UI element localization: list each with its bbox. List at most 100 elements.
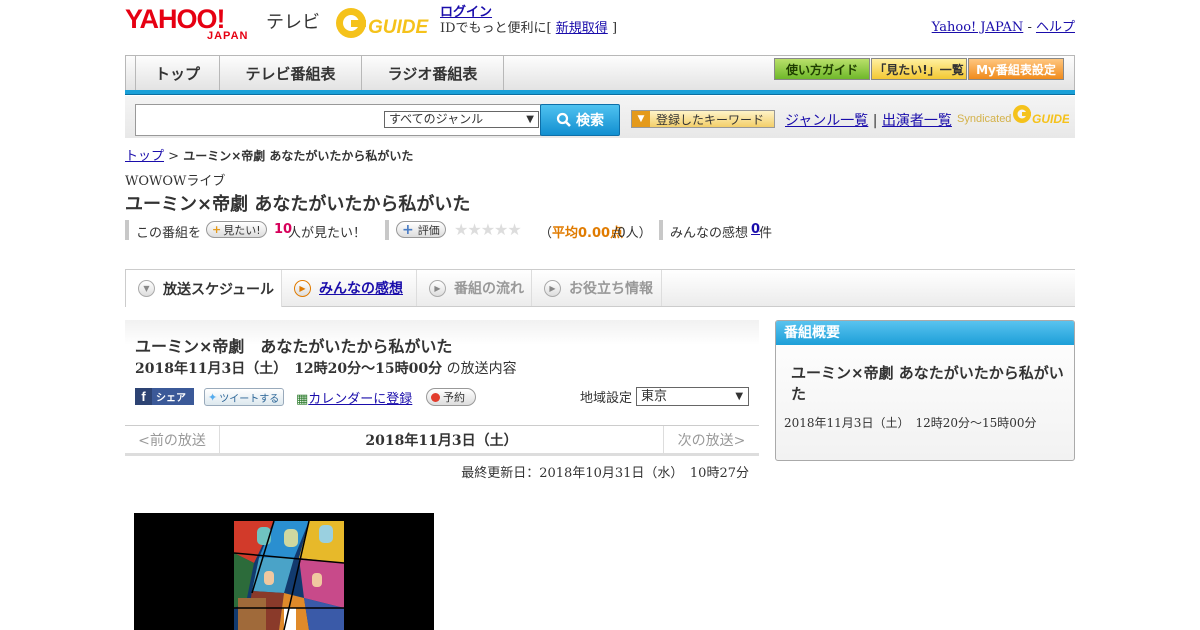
breadcrumb-top-link[interactable]: トップ — [125, 149, 164, 164]
tab-useful-info: ▶ お役立ち情報 — [532, 270, 662, 306]
program-tabs: ▼ 放送スケジュール ▶ みんなの感想 ▶ 番組の流れ ▶ お役立ち情報 — [125, 269, 1075, 307]
rating-stars: ★★★★★ — [454, 220, 522, 239]
section-bar — [659, 220, 663, 240]
program-thumbnail — [134, 513, 434, 630]
program-overview-box: 番組概要 ユーミン×帝劇 あなたがいたから私がいた 2018年11月3日（土） … — [775, 320, 1075, 461]
channel-name: WOWOWライブ — [125, 174, 226, 189]
want-button[interactable]: + 見たい! — [206, 221, 267, 238]
login-area: ログイン IDでもっと便利に[ 新規取得 ] — [440, 5, 617, 37]
region-selected: 東京 — [641, 389, 668, 404]
region-setting: 地域設定 東京 ▼ — [580, 387, 750, 406]
schedule-title: ユーミン×帝劇 あなたがいたから私がいた — [135, 337, 453, 356]
section-bar — [385, 220, 389, 240]
region-select[interactable]: 東京 ▼ — [636, 387, 750, 406]
play-icon: ▶ — [294, 279, 311, 297]
page-title: ユーミン×帝劇 あなたがいたから私がいた — [125, 194, 471, 215]
syndicated-gguide-logo: Syndicated GUIDE — [957, 103, 1071, 129]
program-actions: この番組を + 見たい! 10 人が見たい！ + 評価 ★★★★★ （ 平均0.… — [125, 220, 825, 241]
schedule-datetime: 2018年11月3日（土） 12時20分～15時00分 の放送内容 — [135, 358, 517, 378]
genre-list-link[interactable]: ジャンル一覧 — [785, 113, 868, 129]
twitter-bird-icon: ✦ — [208, 390, 218, 404]
nav-tab-tv-listings[interactable]: テレビ番組表 — [220, 56, 362, 90]
tab-impressions[interactable]: ▶ みんなの感想 — [282, 270, 417, 306]
breadcrumb-separator: > — [168, 149, 180, 164]
guide-button[interactable]: 使い方ガイド — [774, 58, 870, 80]
top-links: Yahoo! JAPAN - ヘルプ — [932, 16, 1075, 35]
search-button-label: 検索 — [576, 113, 604, 129]
breadcrumb-current: ユーミン×帝劇 あなたがいたから私がいた — [183, 149, 414, 163]
help-link[interactable]: ヘルプ — [1036, 20, 1075, 35]
yahoo-japan-logo[interactable]: YAHOO! JAPAN — [125, 4, 261, 43]
rating-people: /0人） — [613, 226, 652, 241]
performer-list-link[interactable]: 出演者一覧 — [882, 113, 952, 129]
prev-broadcast-button[interactable]: <前の放送 — [125, 426, 220, 454]
want-prefix: この番組を — [136, 226, 202, 241]
facebook-icon: f — [135, 388, 152, 405]
impressions-unit: 件 — [759, 226, 773, 241]
nav-left-cap — [126, 56, 136, 90]
schedule-datetime-value: 2018年11月3日（土） 12時20分～15時00分 — [135, 361, 443, 377]
my-listings-button[interactable]: My番組表設定 — [968, 58, 1064, 80]
search-button[interactable]: 検索 — [540, 104, 620, 136]
section-bar — [125, 220, 129, 240]
last-updated: 最終更新日：2018年10月31日（水） 10時27分 — [461, 466, 749, 481]
rating-open: （ — [539, 226, 553, 241]
calendar-link[interactable]: カレンダーに登録 — [308, 392, 412, 407]
reserve-button[interactable]: 予約 — [426, 388, 476, 406]
plus-icon: + — [212, 223, 222, 236]
global-nav: トップ テレビ番組表 ラジオ番組表 使い方ガイド 「見たい!」一覧 My番組表設… — [125, 55, 1075, 90]
tab-impressions-label: みんなの感想 — [319, 281, 403, 297]
chevron-down-icon: ▼ — [526, 114, 534, 125]
svg-text:GUIDE: GUIDE — [1032, 112, 1069, 126]
syndicated-label: Syndicated — [957, 113, 1011, 125]
signup-link[interactable]: 新規取得 — [556, 21, 608, 36]
want-button-label: 見たい! — [223, 223, 261, 237]
overview-datetime: 2018年11月3日（土） 12時20分～15時00分 — [784, 416, 1037, 430]
genre-select[interactable]: すべてのジャンル ▼ — [384, 111, 539, 128]
reserve-button-label: 予約 — [443, 391, 465, 404]
region-label: 地域設定 — [580, 391, 633, 406]
overview-heading: 番組概要 — [776, 321, 1074, 345]
play-icon: ▶ — [429, 279, 446, 297]
chevron-down-icon: ▼ — [735, 391, 744, 402]
yahoo-japan-link[interactable]: Yahoo! JAPAN — [932, 20, 1024, 35]
want-list-button[interactable]: 「見たい!」一覧 — [871, 58, 967, 80]
logo-sub: JAPAN — [207, 30, 249, 42]
nav-tab-radio-listings[interactable]: ラジオ番組表 — [362, 56, 504, 90]
rate-button-label: 評価 — [417, 223, 440, 237]
rate-button[interactable]: + 評価 — [396, 221, 446, 238]
current-date: 2018年11月3日（土） — [365, 433, 518, 449]
nav-tab-top[interactable]: トップ — [136, 56, 220, 90]
want-suffix: 人が見たい！ — [288, 226, 367, 241]
next-broadcast-button[interactable]: 次の放送> — [663, 426, 759, 454]
date-navigation: <前の放送 2018年11月3日（土） 次の放送> — [125, 425, 759, 456]
plus-icon: + — [402, 221, 414, 238]
tab-flow: ▶ 番組の流れ — [417, 270, 532, 306]
link-divider: | — [872, 113, 878, 129]
tab-schedule[interactable]: ▼ 放送スケジュール — [125, 270, 282, 307]
search-icon — [556, 112, 571, 127]
gguide-logo[interactable]: GUIDE — [334, 5, 432, 41]
service-label: テレビ — [266, 12, 320, 33]
breadcrumb: トップ > ユーミン×帝劇 あなたがいたから私がいた — [125, 145, 413, 164]
facebook-share-button[interactable]: f シェア — [135, 388, 194, 405]
logo-text: YAHOO! — [125, 4, 226, 34]
chevron-down-icon: ▼ — [138, 280, 155, 297]
schedule-datetime-suffix: の放送内容 — [446, 361, 517, 377]
impressions-label: みんなの感想 — [670, 226, 749, 241]
tab-useful-info-label: お役立ち情報 — [569, 281, 653, 297]
record-dot-icon — [431, 392, 440, 402]
play-icon: ▶ — [544, 279, 561, 297]
login-note-prefix: IDでもっと便利に[ — [440, 21, 552, 36]
list-links: ジャンル一覧 | 出演者一覧 — [785, 110, 952, 130]
keyword-button-label: 登録したキーワード — [656, 112, 765, 127]
tweet-button-label: ツイートする — [219, 393, 280, 405]
tweet-button[interactable]: ✦ ツイートする — [204, 388, 284, 406]
keyword-button[interactable]: ▼ 登録したキーワード — [631, 110, 775, 128]
svg-text:GUIDE: GUIDE — [368, 17, 430, 38]
link-separator: - — [1027, 20, 1032, 35]
login-link[interactable]: ログイン — [440, 5, 492, 20]
calendar-icon: ▦ — [296, 392, 309, 407]
genre-selected: すべてのジャンル — [389, 112, 484, 126]
nav-accent-line — [125, 90, 1075, 95]
